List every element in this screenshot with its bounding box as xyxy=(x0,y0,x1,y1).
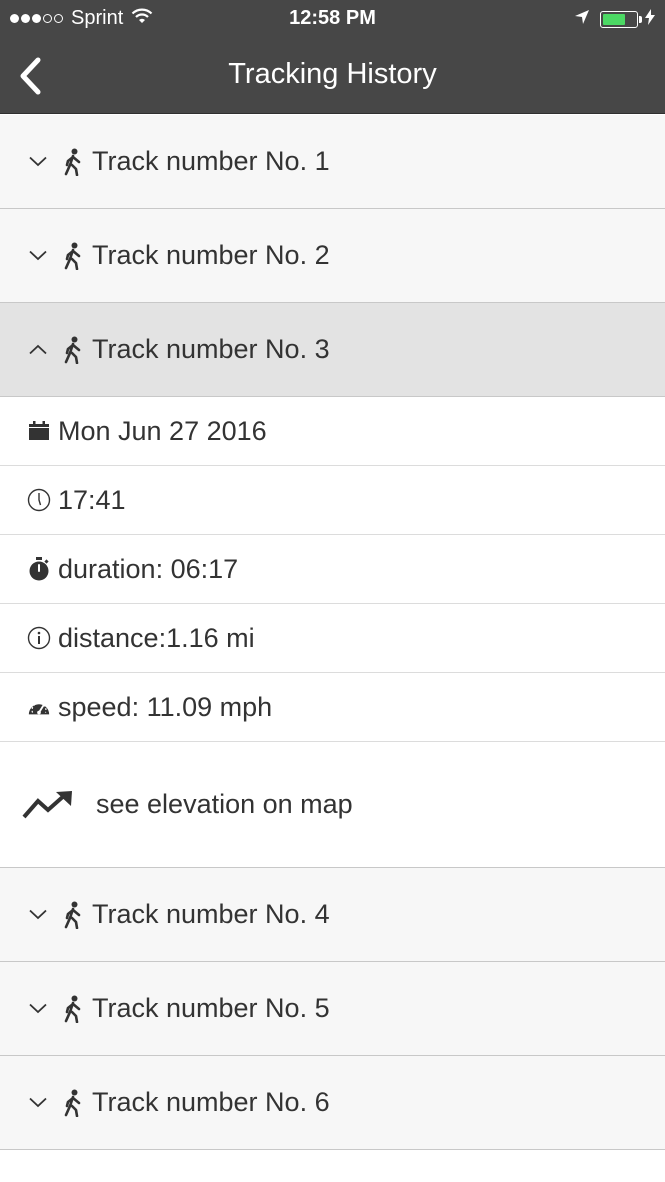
detail-date: Mon Jun 27 2016 xyxy=(0,397,665,466)
chevron-down-icon xyxy=(26,1003,50,1014)
clock-icon xyxy=(27,488,51,512)
track-label: Track number No. 1 xyxy=(92,146,330,176)
see-elevation-link[interactable]: see elevation on map xyxy=(0,742,665,868)
tracking-history-list: Track number No. 1 Track number No. 2 Tr… xyxy=(0,115,665,1150)
header: Sprint 12:58 PM Tracking History xyxy=(0,0,665,114)
walking-person-icon xyxy=(64,336,86,364)
track-row-4[interactable]: Track number No. 4 xyxy=(0,868,665,962)
walking-person-icon xyxy=(64,1089,86,1117)
chevron-down-icon xyxy=(26,156,50,167)
track-row-6[interactable]: Track number No. 6 xyxy=(0,1056,665,1150)
info-icon xyxy=(27,626,51,650)
chevron-down-icon xyxy=(26,250,50,261)
battery-icon xyxy=(600,11,642,28)
track-label: Track number No. 4 xyxy=(92,899,330,929)
detail-duration: duration: 06:17 xyxy=(0,535,665,604)
page-title: Tracking History xyxy=(228,58,437,90)
track-row-2[interactable]: Track number No. 2 xyxy=(0,209,665,303)
detail-distance: distance:1.16 mi xyxy=(0,604,665,673)
walking-person-icon xyxy=(64,242,86,270)
track-speed: speed: 11.09 mph xyxy=(58,691,273,722)
track-label: Track number No. 2 xyxy=(92,240,330,270)
walking-person-icon xyxy=(64,148,86,176)
stopwatch-icon xyxy=(27,557,51,581)
detail-speed: speed: 11.09 mph xyxy=(0,673,665,742)
track-date: Mon Jun 27 2016 xyxy=(58,415,267,446)
status-bar: Sprint 12:58 PM xyxy=(0,0,665,38)
charging-bolt-icon xyxy=(645,8,655,31)
track-row-1[interactable]: Track number No. 1 xyxy=(0,115,665,209)
speedometer-icon xyxy=(27,695,51,719)
trending-up-icon xyxy=(22,790,74,820)
detail-time: 17:41 xyxy=(0,466,665,535)
track-row-5[interactable]: Track number No. 5 xyxy=(0,962,665,1056)
chevron-down-icon xyxy=(26,1097,50,1108)
walking-person-icon xyxy=(64,901,86,929)
chevron-down-icon xyxy=(26,909,50,920)
status-time: 12:58 PM xyxy=(289,7,376,29)
track-label: Track number No. 3 xyxy=(92,334,330,364)
track-row-3[interactable]: Track number No. 3 xyxy=(0,303,665,397)
track-label: Track number No. 5 xyxy=(92,993,330,1023)
see-elevation-label: see elevation on map xyxy=(96,789,353,819)
walking-person-icon xyxy=(64,995,86,1023)
track-label: Track number No. 6 xyxy=(92,1087,330,1117)
location-arrow-icon xyxy=(574,8,590,31)
calendar-icon xyxy=(27,419,51,443)
track-distance: distance:1.16 mi xyxy=(58,622,255,653)
navigation-bar: Tracking History xyxy=(0,38,665,114)
status-right xyxy=(574,8,655,31)
chevron-up-icon xyxy=(26,344,50,355)
track-duration: duration: 06:17 xyxy=(58,553,239,584)
track-time: 17:41 xyxy=(58,484,126,515)
